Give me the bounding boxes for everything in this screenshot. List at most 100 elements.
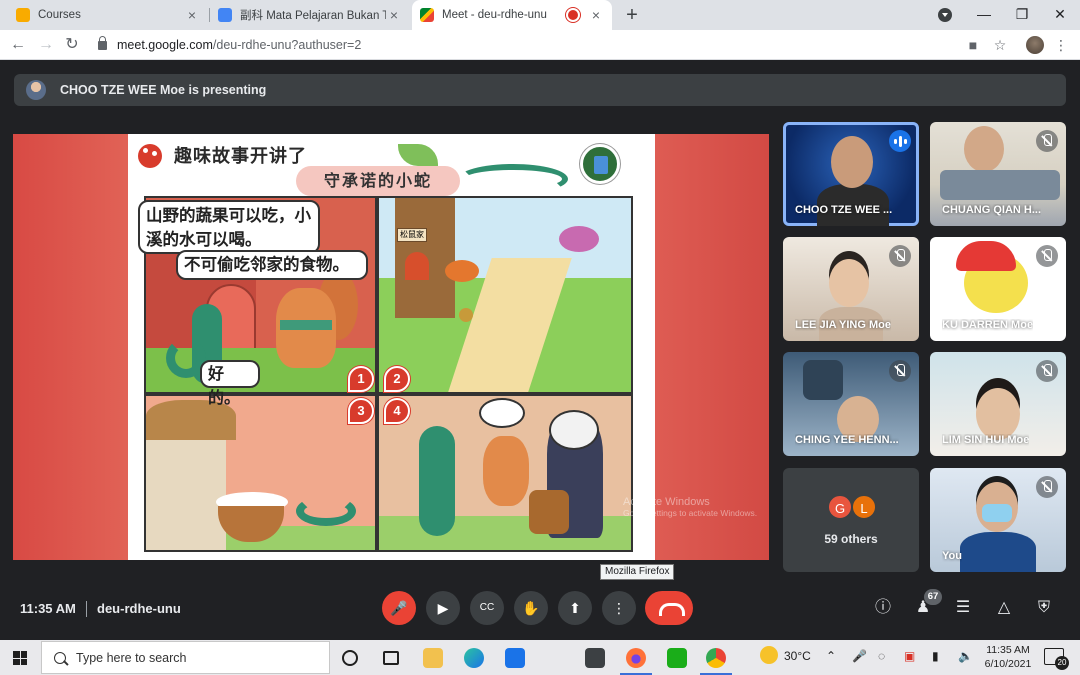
back-icon[interactable]: ←	[8, 35, 28, 55]
wechat-icon[interactable]	[657, 644, 697, 671]
reload-icon[interactable]: ↻	[62, 35, 82, 55]
mic-off-icon	[889, 245, 911, 267]
comic-panel-2: 松鼠家	[377, 196, 633, 394]
meet-main: CHOO TZE WEE Moe is presenting 趣味故事开讲了 守…	[0, 60, 1080, 640]
close-icon[interactable]: ×	[588, 7, 604, 23]
windows-taskbar: Type here to search 30°C ⌃ 🎤 ◌ ▣ ▮ 🔈 11:…	[0, 640, 1080, 675]
presenting-banner: CHOO TZE WEE Moe is presenting	[14, 74, 1066, 106]
temperature-text[interactable]: 30°C	[784, 649, 811, 663]
cap-illustration	[956, 241, 1016, 271]
mic-off-icon	[1036, 476, 1058, 498]
camera-icon[interactable]: ■	[964, 36, 982, 54]
battery-icon[interactable]: ▮	[932, 649, 939, 663]
minimize-button[interactable]: —	[964, 0, 1004, 30]
meeting-details-icon[interactable]: ⓘ	[872, 597, 894, 619]
avatar	[26, 80, 46, 100]
classroom-icon	[218, 8, 232, 22]
file-explorer-icon[interactable]	[413, 644, 453, 671]
mic-off-button[interactable]: 🎤	[382, 591, 416, 625]
notification-center-icon[interactable]: 20	[1044, 648, 1069, 670]
tab-courses[interactable]: Courses ×	[8, 0, 208, 30]
meeting-code: deu-rdhe-unu	[97, 601, 181, 616]
bookmark-star-icon[interactable]: ☆	[991, 36, 1009, 54]
firefox-icon[interactable]	[616, 644, 656, 675]
new-tab-button[interactable]: +	[620, 3, 644, 27]
camera-button[interactable]: ▶	[426, 591, 460, 625]
book-badge-icon	[580, 144, 620, 184]
presenting-text: CHOO TZE WEE Moe is presenting	[60, 83, 267, 97]
chrome-icon[interactable]	[696, 644, 736, 675]
tab-subject[interactable]: 副科 Mata Pelajaran Bukan Teras ×	[210, 0, 410, 30]
menu-kebab-icon[interactable]: ⋮	[1052, 36, 1070, 54]
restore-button[interactable]: ❐	[1002, 0, 1042, 30]
search-icon	[54, 651, 66, 664]
participant-tile[interactable]: CHUANG QIAN H...	[930, 122, 1066, 226]
security-tray-icon[interactable]: ▣	[904, 649, 915, 663]
others-tile[interactable]: G L 59 others	[783, 468, 919, 572]
chevron-up-icon[interactable]: ⌃	[826, 649, 836, 663]
presentation-stage[interactable]: 趣味故事开讲了 守承诺的小蛇 松鼠家 山野的蔬果可以吃，小溪的水可以喝。 不可偷…	[13, 134, 769, 560]
cortana-icon[interactable]	[330, 644, 370, 671]
host-controls-icon[interactable]: ⛨	[1033, 597, 1055, 619]
participant-video	[960, 532, 1036, 572]
address-bar[interactable]: meet.google.com/deu-rdhe-unu?authuser=2	[92, 34, 960, 56]
close-icon[interactable]: ×	[386, 7, 402, 23]
forward-icon[interactable]: →	[36, 35, 56, 55]
mail-icon[interactable]	[495, 644, 535, 671]
volume-icon[interactable]: 🔈	[958, 649, 973, 663]
edge-icon[interactable]	[454, 644, 494, 671]
browser-toolbar: ← → ↻ meet.google.com/deu-rdhe-unu?authu…	[0, 30, 1080, 60]
others-avatars: G L	[827, 494, 877, 520]
participant-video	[964, 126, 1004, 172]
classroom-icon	[16, 8, 30, 22]
present-button[interactable]: ⬆	[558, 591, 592, 625]
fox-illustration	[445, 260, 479, 282]
participant-tile[interactable]: LEE JIA YING Moe	[783, 237, 919, 341]
panel-number-2: 2	[384, 366, 410, 392]
close-window-button[interactable]: ✕	[1040, 0, 1080, 30]
lock-icon	[98, 35, 107, 50]
raise-hand-button[interactable]: ✋	[514, 591, 548, 625]
tree-sign: 松鼠家	[397, 228, 427, 242]
meet-icon	[420, 8, 434, 22]
search-placeholder: Type here to search	[76, 650, 187, 665]
mic-off-icon	[1036, 245, 1058, 267]
taskbar-clock[interactable]: 11:35 AM 6/10/2021	[980, 643, 1036, 671]
end-call-button[interactable]	[645, 591, 693, 625]
taskbar-search-box[interactable]: Type here to search	[41, 641, 330, 674]
scarf-illustration	[280, 320, 332, 330]
profile-avatar[interactable]	[1026, 36, 1044, 54]
participant-tile[interactable]: CHING YEE HENN...	[783, 352, 919, 456]
participant-name: You	[942, 550, 962, 562]
more-options-button[interactable]: ⋮	[602, 591, 636, 625]
tab-search-icon[interactable]	[938, 8, 952, 22]
tab-title: Meet - deu-rdhe-unu	[442, 9, 547, 21]
activities-icon[interactable]: △	[993, 597, 1015, 619]
self-tile[interactable]: You	[930, 468, 1066, 572]
participant-tile[interactable]: KU DARREN Moe	[930, 237, 1066, 341]
participant-tile[interactable]: CHOO TZE WEE ...	[783, 122, 919, 226]
microphone-icon[interactable]: 🎤	[852, 649, 867, 663]
tab-meet[interactable]: Meet - deu-rdhe-unu ×	[412, 0, 612, 30]
speech-bubble-3: 好的。	[200, 360, 260, 407]
comic-panel-3	[144, 394, 377, 552]
tab-title: 副科 Mata Pelajaran Bukan Teras	[240, 10, 386, 22]
meet-tray-icon[interactable]: ◌	[878, 649, 885, 663]
participant-tile[interactable]: LIM SIN HUI Moe	[930, 352, 1066, 456]
participant-name: CHUANG QIAN H...	[942, 204, 1041, 216]
participant-video	[831, 136, 873, 188]
mushroom-icon	[138, 144, 162, 168]
start-button[interactable]	[0, 640, 40, 675]
store-icon[interactable]	[575, 644, 615, 671]
windows-activation-watermark: Activate Windows Go to Settings to activ…	[623, 496, 758, 518]
participant-name: CHING YEE HENN...	[795, 434, 899, 446]
panel-number-1: 1	[348, 366, 374, 392]
chat-icon[interactable]: ☰	[952, 597, 974, 619]
weather-icon[interactable]	[760, 646, 778, 664]
barrel-illustration	[529, 490, 569, 534]
snake-illustration	[296, 496, 356, 526]
task-view-icon[interactable]	[371, 644, 411, 671]
divider	[86, 601, 87, 617]
captions-button[interactable]: CC	[470, 591, 504, 625]
close-icon[interactable]: ×	[184, 7, 200, 23]
